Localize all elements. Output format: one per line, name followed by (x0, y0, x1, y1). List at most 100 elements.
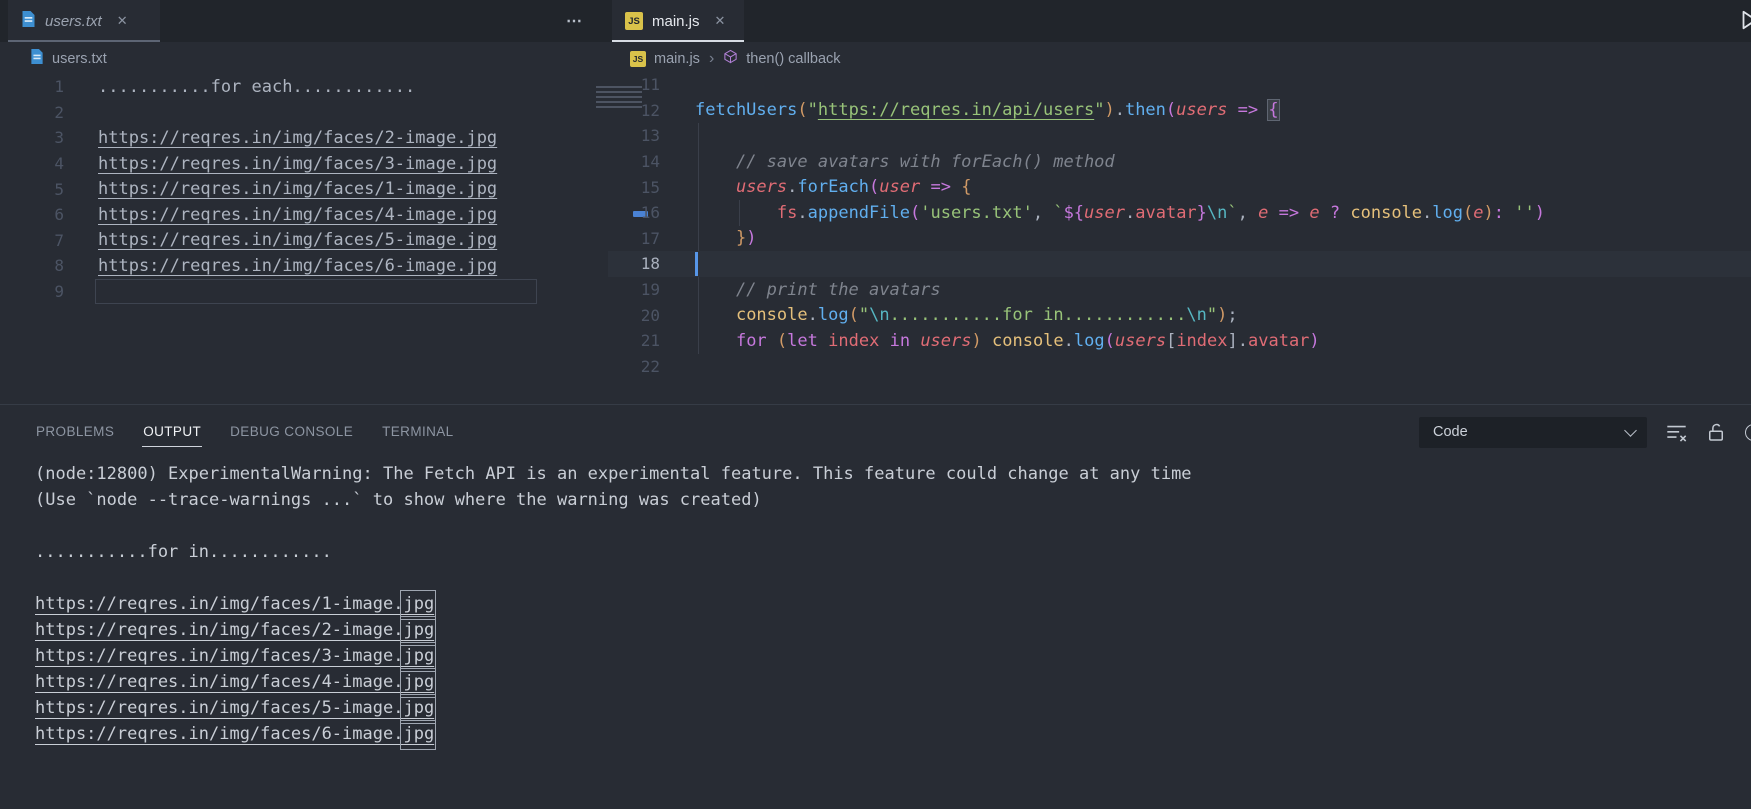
code-line: 17 }) (608, 226, 1751, 252)
output-line: https://reqres.in/img/faces/6-image.jpg (0, 721, 1751, 747)
line-content: for (let index in users) console.log(use… (695, 331, 1320, 351)
code-token: console (1350, 203, 1422, 223)
code-token (910, 331, 920, 351)
url-link[interactable]: https://reqres.in/img/faces/5-image.jpg (98, 230, 497, 250)
line-number: 2 (0, 103, 64, 122)
tab-main-js[interactable]: JS main.js ✕ (612, 0, 744, 42)
code-token: { (961, 177, 971, 197)
url-link[interactable]: https://reqres.in/img/faces/6-image.jpg (98, 256, 497, 276)
run-icon[interactable] (1738, 9, 1751, 36)
code-line: 22 (608, 354, 1751, 380)
line-number: 21 (608, 331, 660, 350)
output-line: https://reqres.in/img/faces/2-image.jpg (0, 617, 1751, 643)
line-number: 5 (0, 180, 64, 199)
breadcrumb-symbol[interactable]: then() callback (746, 51, 840, 67)
right-tabbar: JS main.js ✕ (608, 0, 1751, 42)
output-line: https://reqres.in/img/faces/5-image.jpg (0, 695, 1751, 721)
line-content: https://reqres.in/img/faces/3-image.jpg (98, 154, 497, 174)
output-url-link[interactable]: https://reqres.in/img/faces/3-image.jpg (35, 646, 434, 666)
url-link[interactable]: https://reqres.in/img/faces/2-image.jpg (98, 128, 497, 148)
code-line: 1...........for each............ (0, 74, 608, 100)
code-token: . (808, 305, 818, 325)
boxed-selection: jpg (403, 672, 434, 692)
breadcrumb-file[interactable]: users.txt (52, 51, 107, 67)
code-token: user (1084, 203, 1125, 223)
code-token: for (736, 331, 767, 351)
code-token: " (1207, 305, 1217, 325)
panel-actions: Code (1419, 417, 1751, 448)
indent-guide (698, 200, 699, 226)
url-link[interactable]: https://reqres.in/api/users (818, 100, 1094, 120)
boxed-selection: jpg (403, 594, 434, 614)
code-line: 9 (0, 279, 608, 305)
line-number: 22 (608, 357, 660, 376)
panel-tabs: PROBLEMS OUTPUT DEBUG CONSOLE TERMINAL (35, 417, 455, 447)
url-link[interactable]: https://reqres.in/img/faces/4-image.jpg (98, 205, 497, 225)
code-token: ( (1105, 331, 1115, 351)
line-content: fetchUsers("https://reqres.in/api/users"… (695, 100, 1279, 120)
url-link[interactable]: https://reqres.in/img/faces/3-image.jpg (98, 154, 497, 174)
code-token: ( (797, 100, 807, 120)
output-line: ...........for in............ (0, 539, 1751, 565)
code-token: \n (1186, 305, 1206, 325)
output-url-link[interactable]: https://reqres.in/img/faces/2-image.jpg (35, 620, 434, 640)
code-token: log (1432, 203, 1463, 223)
panel-header: PROBLEMS OUTPUT DEBUG CONSOLE TERMINAL Code (0, 405, 1751, 459)
code-token (1340, 203, 1350, 223)
code-token: ) (1484, 203, 1494, 223)
code-token (1268, 203, 1278, 223)
output-url-link[interactable]: https://reqres.in/img/faces/1-image.jpg (35, 594, 434, 614)
code-token: // save avatars with forEach() method (736, 152, 1115, 172)
code-token: ) (972, 331, 982, 351)
line-number: 18 (608, 254, 660, 273)
panel-tab-problems[interactable]: PROBLEMS (35, 417, 115, 447)
indent-guide (698, 302, 699, 328)
close-icon[interactable]: ✕ (117, 13, 128, 29)
output-url-link[interactable]: https://reqres.in/img/faces/6-image.jpg (35, 724, 434, 744)
code-token: ( (1166, 100, 1176, 120)
code-line: 8https://reqres.in/img/faces/6-image.jpg (0, 253, 608, 279)
line-content: https://reqres.in/img/faces/2-image.jpg (98, 128, 497, 148)
code-token: index (1176, 331, 1227, 351)
indent-guide (698, 123, 699, 149)
code-token: user (879, 177, 920, 197)
code-token: console (736, 305, 808, 325)
clear-output-icon[interactable] (1666, 422, 1687, 443)
code-token: users (920, 331, 971, 351)
breadcrumb: JS main.js › then() callback (630, 42, 841, 75)
code-token: ` (1227, 203, 1237, 223)
output-channel-select[interactable]: Code (1419, 417, 1647, 448)
panel-tab-debug-console[interactable]: DEBUG CONSOLE (229, 417, 354, 447)
url-link[interactable]: https://reqres.in/img/faces/1-image.jpg (98, 179, 497, 199)
code-token: forEach (797, 177, 869, 197)
breadcrumb-file[interactable]: main.js (654, 51, 700, 67)
panel-tab-output[interactable]: OUTPUT (142, 417, 202, 447)
partial-circle-icon[interactable] (1745, 424, 1751, 441)
line-content: ...........for each............ (98, 77, 415, 97)
panel-tab-terminal[interactable]: TERMINAL (381, 417, 454, 447)
code-token: . (1422, 203, 1432, 223)
code-token: fetchUsers (695, 100, 797, 120)
line-content: // save avatars with forEach() method (695, 152, 1115, 172)
output-url-link[interactable]: https://reqres.in/img/faces/5-image.jpg (35, 698, 434, 718)
code-token: [ (1166, 331, 1176, 351)
output-line: (node:12800) ExperimentalWarning: The Fe… (0, 461, 1751, 487)
code-token: ( (910, 203, 920, 223)
code-token: => (1238, 100, 1258, 120)
code-token: 'users.txt' (920, 203, 1033, 223)
left-tabbar: users.txt ✕ ⋯ (0, 0, 608, 42)
line-content: users.forEach(user => { (695, 177, 971, 197)
code-token: : (1494, 203, 1504, 223)
more-actions-icon[interactable]: ⋯ (566, 0, 584, 42)
code-token: , (1238, 203, 1258, 223)
close-icon[interactable]: ✕ (715, 13, 726, 29)
code-token: e (1473, 203, 1483, 223)
output-url-link[interactable]: https://reqres.in/img/faces/4-image.jpg (35, 672, 434, 692)
code-token: ) (746, 228, 756, 248)
unlock-icon[interactable] (1706, 422, 1726, 443)
code-token: ) (1217, 305, 1227, 325)
code-token: e (1258, 203, 1268, 223)
tab-users-txt[interactable]: users.txt ✕ (8, 0, 160, 42)
code-token: ) (1309, 331, 1319, 351)
tab-label: users.txt (45, 13, 102, 30)
